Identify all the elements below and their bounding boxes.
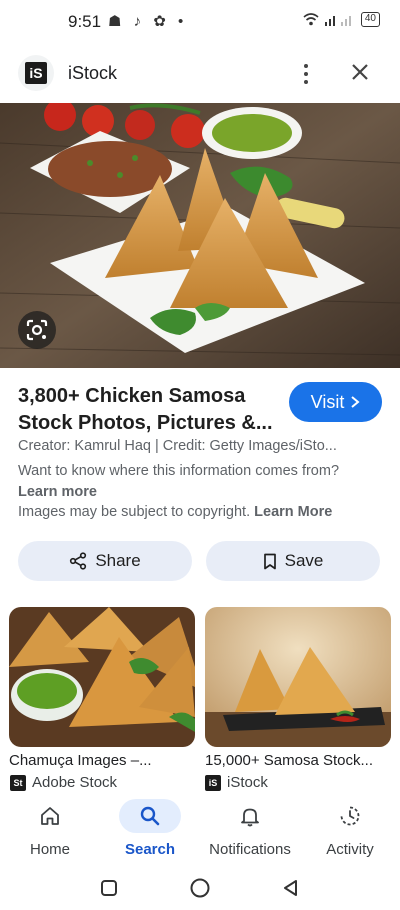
nav-activity[interactable]: Activity	[300, 793, 400, 865]
battery-icon: 40	[360, 12, 380, 27]
more-options-button[interactable]	[294, 60, 318, 88]
bell-icon	[241, 808, 259, 827]
source-name: iStock	[227, 774, 268, 791]
nav-label: Notifications	[209, 841, 291, 858]
related-image-1[interactable]	[9, 607, 195, 747]
dot-icon	[304, 64, 308, 68]
copyright-learn-more-link[interactable]: Learn More	[254, 504, 332, 520]
related-image-2[interactable]	[205, 607, 391, 747]
recents-icon[interactable]	[99, 878, 119, 898]
copyright-notice: Images may be subject to copyright. Lear…	[18, 504, 332, 520]
app-title: iStock	[68, 63, 118, 83]
samosa-photo	[0, 103, 400, 368]
related-photo-1	[9, 607, 195, 747]
nav-home[interactable]: Home	[0, 793, 100, 865]
system-navigation	[0, 866, 400, 910]
related-photo-2	[205, 607, 391, 747]
related-title-1[interactable]: Chamuça Images –...	[9, 752, 152, 769]
close-button[interactable]	[346, 58, 374, 86]
source-name: Adobe Stock	[32, 774, 118, 791]
close-icon	[352, 64, 368, 80]
signal-icon	[324, 15, 351, 26]
home-icon	[41, 807, 59, 825]
activity-icon	[340, 806, 360, 826]
status-time: 9:51	[68, 12, 102, 31]
related-source-1: St Adobe Stock	[10, 774, 117, 791]
back-icon[interactable]	[281, 878, 301, 898]
nav-icon-container	[219, 799, 281, 833]
dot-icon	[304, 72, 308, 76]
share-icon	[70, 552, 87, 570]
bottom-navigation: Home Search Notifications Activity	[0, 793, 400, 865]
nav-label: Search	[124, 841, 176, 858]
learn-more-link[interactable]: Learn more	[18, 484, 97, 500]
bookmark-icon	[263, 553, 276, 569]
share-button[interactable]: Share	[18, 541, 192, 581]
related-source-2: iS iStock	[205, 774, 268, 791]
app-bar: iS iStock	[0, 50, 400, 96]
visit-button[interactable]: Visit	[289, 382, 382, 422]
dot-icon	[304, 80, 308, 84]
related-title-2[interactable]: 15,000+ Samosa Stock...	[205, 752, 373, 769]
istock-logo-mark: iS	[25, 62, 47, 84]
creator-credit: Creator: Kamrul Haq | Credit: Getty Imag…	[18, 438, 337, 454]
save-label: Save	[284, 551, 324, 570]
nav-label: Activity	[326, 841, 374, 858]
visit-label: Visit	[310, 391, 345, 412]
nav-notifications[interactable]: Notifications	[200, 793, 300, 865]
lens-icon	[26, 319, 48, 341]
adobe-stock-logo: St	[10, 774, 26, 791]
copyright-text: Images may be subject to copyright.	[18, 504, 251, 520]
nav-label: Home	[29, 841, 70, 858]
save-button[interactable]: Save	[206, 541, 380, 581]
share-label: Share	[95, 551, 141, 570]
home-circle-icon[interactable]	[189, 877, 211, 899]
notification-icons: ☗ ♪ ✿ •	[108, 13, 188, 30]
result-title[interactable]: 3,800+ Chicken Samosa Stock Photos, Pict…	[18, 383, 280, 437]
nav-icon-container	[119, 799, 181, 833]
istock-logo: iS	[18, 55, 54, 91]
wifi-icon	[303, 13, 319, 26]
nav-icon-container	[19, 799, 81, 833]
nav-search[interactable]: Search	[100, 793, 200, 865]
chevron-right-icon	[351, 396, 360, 408]
google-lens-button[interactable]	[18, 311, 56, 349]
search-icon	[140, 806, 160, 826]
status-right: 40	[303, 12, 380, 27]
istock-logo: iS	[205, 774, 221, 791]
nav-icon-container	[319, 799, 381, 833]
result-image[interactable]	[0, 103, 400, 368]
info-question: Want to know where this information come…	[18, 463, 340, 479]
status-bar: 9:51 ☗ ♪ ✿ • 40	[0, 0, 400, 44]
